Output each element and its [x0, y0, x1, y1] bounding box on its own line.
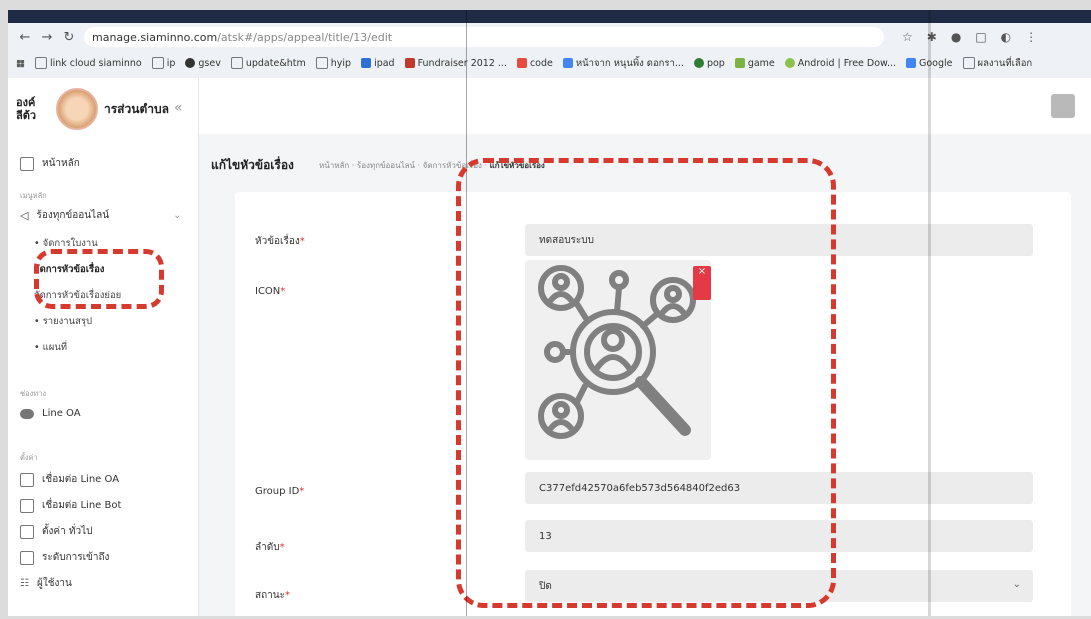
- order-label: ลำดับ*: [255, 542, 285, 553]
- top-bar: [199, 78, 1091, 135]
- photo-frame: ← → ↻ manage.siaminno.com/atsk#/apps/app…: [8, 10, 1091, 616]
- sidebar-item-settings[interactable]: เชื่อมต่อ Line OA: [20, 472, 119, 487]
- sidebar-item-settings[interactable]: ระดับการเข้าถึง: [20, 550, 109, 565]
- link-icon: [20, 472, 34, 487]
- profile-icon[interactable]: ◐: [1001, 30, 1011, 44]
- sidebar-sub-item[interactable]: • แผนที่: [34, 340, 67, 355]
- page-title: แก้ไขหัวข้อเรื่อง: [211, 158, 294, 172]
- collapse-sidebar-icon[interactable]: «: [174, 100, 183, 116]
- sidebar-section-settings: ตั้งค่า: [20, 453, 38, 462]
- status-label: สถานะ*: [255, 590, 290, 601]
- address-host: manage.siaminno.com: [92, 30, 218, 44]
- icon-label: ICON*: [255, 286, 286, 297]
- brand-text-left: องค์ ลีต้ว: [16, 96, 37, 122]
- sidebar: องค์ ลีต้ว ารส่วนตำบล « หน้าหลัก เมนูหลัก…: [8, 78, 199, 616]
- bookmark-item[interactable]: code: [516, 58, 553, 69]
- sidebar-section-channel: ช่องทาง: [20, 389, 47, 398]
- access-icon: [20, 550, 34, 565]
- brand-logo: [56, 88, 98, 130]
- bookmark-item[interactable]: link cloud siaminno: [34, 57, 142, 69]
- window-icon[interactable]: □: [975, 30, 986, 44]
- bookmark-item[interactable]: gsev: [185, 58, 221, 69]
- highlight-form-fields: [456, 158, 836, 608]
- bookmark-item[interactable]: update&htm: [230, 57, 306, 69]
- photo-crease: [928, 10, 931, 616]
- chevron-down-icon: ⌄: [1012, 579, 1021, 590]
- settings-icon: [20, 524, 34, 539]
- highlight-sidebar-item: [34, 249, 164, 309]
- bookmark-item[interactable]: Android | Free Dow...: [784, 58, 896, 69]
- forward-icon[interactable]: →: [40, 30, 54, 45]
- menu-icon[interactable]: ⋮: [1025, 30, 1037, 44]
- address-bar[interactable]: manage.siaminno.com/atsk#/apps/appeal/ti…: [84, 27, 884, 47]
- link-icon: [20, 498, 34, 513]
- bookmark-item[interactable]: game: [734, 58, 775, 69]
- back-icon[interactable]: ←: [18, 30, 32, 45]
- bookmark-item[interactable]: hyip: [315, 57, 351, 69]
- sidebar-item-settings[interactable]: เชื่อมต่อ Line Bot: [20, 498, 121, 513]
- chevron-down-icon: ⌄: [173, 210, 182, 221]
- breadcrumb-item[interactable]: หน้าหลัก: [319, 161, 349, 170]
- bookmark-item[interactable]: ipad: [361, 58, 395, 69]
- users-icon: ☷: [20, 578, 29, 589]
- subject-label: หัวข้อเรื่อง*: [255, 236, 305, 247]
- bookmark-item[interactable]: ip: [151, 57, 175, 69]
- bookmark-item[interactable]: ผลงานที่เลือก: [962, 56, 1032, 71]
- sidebar-group-complaint[interactable]: ◁ ร้องทุกข์ออนไลน์ ⌄: [20, 208, 181, 223]
- megaphone-icon: ◁: [20, 209, 29, 222]
- extension2-icon[interactable]: ●: [951, 30, 961, 44]
- sidebar-item-settings[interactable]: ☷ ผู้ใช้งาน: [20, 576, 72, 591]
- bookmark-item[interactable]: Fundraiser 2012 ...: [404, 58, 507, 69]
- brand: องค์ ลีต้ว ารส่วนตำบล: [16, 88, 169, 130]
- bookmark-item[interactable]: pop: [693, 58, 725, 69]
- sidebar-item-settings[interactable]: ตั้งค่า ทั่วไป: [20, 524, 92, 539]
- reload-icon[interactable]: ↻: [62, 30, 76, 45]
- user-avatar-icon[interactable]: [1051, 94, 1075, 118]
- sidebar-item-line-oa[interactable]: Line OA: [20, 408, 81, 419]
- bookmark-item[interactable]: หน้าจาก หนุนพิ้ง ดอกรา...: [562, 56, 684, 71]
- sidebar-sub-item[interactable]: • รายงานสรุป: [34, 314, 92, 329]
- star-icon[interactable]: ☆: [902, 30, 913, 44]
- sidebar-section-menu: เมนูหลัก: [20, 191, 47, 200]
- sidebar-item-home[interactable]: หน้าหลัก: [20, 156, 80, 171]
- address-path: /atsk#/apps/appeal/title/13/edit: [217, 30, 393, 44]
- group-id-label: Group ID*: [255, 486, 305, 497]
- home-icon: [20, 156, 34, 171]
- brand-text-right: ารส่วนตำบล: [104, 101, 169, 116]
- toolbar-icons: ☆ ✱ ● □ ◐ ⋮: [902, 30, 1037, 44]
- photo-crease: [466, 10, 467, 616]
- line-icon: [20, 408, 34, 419]
- apps-icon[interactable]: ▦: [16, 58, 25, 69]
- breadcrumb-item[interactable]: ร้องทุกข์ออนไลน์: [357, 161, 415, 170]
